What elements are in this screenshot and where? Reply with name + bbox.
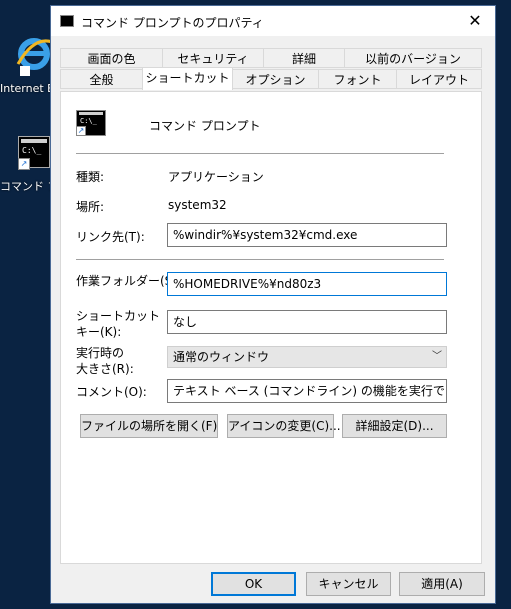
desktop-icon-label: Internet E (0, 82, 55, 95)
comment-field[interactable]: テキスト ベース (コマンドライン) の機能を実行できます。 (167, 379, 447, 403)
advanced-button[interactable]: 詳細設定(D)... (342, 414, 447, 438)
target-label: リンク先(T): (76, 230, 145, 244)
separator (76, 153, 444, 154)
title-bar[interactable]: コマンド プロンプトのプロパティ ✕ (51, 6, 495, 36)
properties-window: コマンド プロンプトのプロパティ ✕ 画面の色 セキュリティ 詳細 以前のバージ… (50, 5, 496, 604)
desktop-icon-command-prompt[interactable]: C:\_ ↗ コマンド プ (0, 130, 59, 200)
start-in-field[interactable]: %HOMEDRIVE%¥nd80z3 (167, 272, 447, 296)
tab-font[interactable]: フォント (318, 69, 397, 89)
shortcut-panel: C:\_ ↗ コマンド プロンプト 種類: アプリケーション 場所: syste… (60, 91, 482, 564)
open-file-location-button[interactable]: ファイルの場所を開く(F) (80, 414, 218, 438)
start-in-label: 作業フォルダー(S): (76, 274, 182, 288)
type-value: アプリケーション (168, 170, 264, 184)
shortcut-overlay-icon: ↗ (76, 126, 86, 136)
close-button[interactable]: ✕ (463, 9, 487, 33)
tab-previous-versions[interactable]: 以前のバージョン (344, 48, 482, 68)
target-field[interactable]: %windir%¥system32¥cmd.exe (167, 223, 447, 247)
run-select[interactable]: 通常のウィンドウ ﹀ (167, 346, 447, 368)
command-prompt-title-icon (60, 15, 74, 27)
chevron-down-icon: ﹀ (432, 351, 442, 362)
tab-security[interactable]: セキュリティ (162, 48, 264, 68)
location-label: 場所: (76, 200, 105, 214)
ok-button[interactable]: OK (211, 572, 296, 596)
tab-layout[interactable]: レイアウト (396, 69, 482, 89)
dialog-body: 画面の色 セキュリティ 詳細 以前のバージョン 全般 ショートカット オプション… (51, 36, 495, 603)
comment-label: コメント(O): (76, 385, 147, 399)
change-icon-button[interactable]: アイコンの変更(C)... (227, 414, 341, 438)
tab-shortcut[interactable]: ショートカット (142, 67, 233, 90)
hotkey-label-line2: キー(K): (76, 325, 122, 339)
tab-general[interactable]: 全般 (60, 69, 143, 89)
tab-options[interactable]: オプション (232, 69, 319, 89)
apply-button[interactable]: 適用(A) (399, 572, 485, 596)
window-title: コマンド プロンプトのプロパティ (81, 16, 264, 30)
hotkey-label-line1: ショートカット (76, 309, 161, 323)
run-label-line2: 大きさ(R): (76, 362, 134, 376)
location-value: system32 (168, 198, 227, 212)
hotkey-field[interactable]: なし (167, 310, 447, 334)
run-label-line1: 実行時の (76, 346, 125, 360)
separator (76, 259, 444, 260)
run-select-value: 通常のウィンドウ (173, 350, 270, 364)
shortcut-name: コマンド プロンプト (149, 119, 261, 133)
cancel-button[interactable]: キャンセル (306, 572, 391, 596)
tab-colors[interactable]: 画面の色 (60, 48, 163, 68)
tab-details[interactable]: 詳細 (263, 48, 345, 68)
desktop-icon-internet-explorer[interactable]: Internet E (0, 30, 54, 100)
type-label: 種類: (76, 170, 105, 184)
